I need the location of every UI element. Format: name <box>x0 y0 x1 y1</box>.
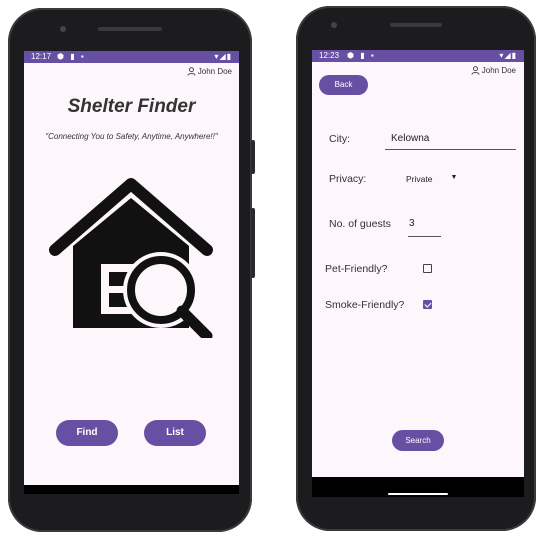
front-camera <box>331 22 337 28</box>
user-chip[interactable]: John Doe <box>187 67 232 76</box>
city-input[interactable]: Kelowna <box>391 133 429 144</box>
nav-bar <box>312 477 524 497</box>
pet-label: Pet-Friendly? <box>325 263 388 275</box>
right-phone: 12:23 ⬢ ▮ ▪ ▾◢▮ Back John Doe City: Kelo… <box>296 6 536 531</box>
house-search-icon <box>49 178 213 338</box>
app-tagline: "Connecting You to Safety, Anytime, Anyw… <box>45 132 218 141</box>
user-name: John Doe <box>481 66 516 75</box>
home-gesture-bar[interactable] <box>388 493 448 495</box>
smoke-label: Smoke-Friendly? <box>325 299 405 311</box>
search-button[interactable]: Search <box>392 430 444 451</box>
person-icon <box>187 67 196 76</box>
right-screen: 12:23 ⬢ ▮ ▪ ▾◢▮ Back John Doe City: Kelo… <box>312 50 524 497</box>
app-title: Shelter Finder <box>67 96 196 117</box>
status-time: 12:23 <box>319 51 340 60</box>
left-screen: 12:17 ⬢ ▮ ▪ ▾◢▮ John Doe Shelter Finder … <box>24 51 239 494</box>
smoke-friendly-checkbox[interactable] <box>423 300 432 309</box>
status-bar: 12:23 ⬢ ▮ ▪ ▾◢▮ <box>312 50 524 62</box>
privacy-label: Privacy: <box>329 173 367 185</box>
left-phone: 12:17 ⬢ ▮ ▪ ▾◢▮ John Doe Shelter Finder … <box>8 8 255 532</box>
notification-icons: ⬢ ▮ ▪ <box>57 52 86 61</box>
pet-friendly-checkbox[interactable] <box>423 264 432 273</box>
earpiece <box>390 23 442 27</box>
signal-battery-icons: ▾◢▮ <box>499 51 517 60</box>
notification-icons: ⬢ ▮ ▪ <box>347 51 376 60</box>
guests-underline <box>408 236 441 237</box>
volume-button <box>251 208 255 278</box>
status-bar: 12:17 ⬢ ▮ ▪ ▾◢▮ <box>24 51 239 63</box>
back-button[interactable]: Back <box>319 75 368 95</box>
privacy-select[interactable]: Private ▼ <box>406 174 457 184</box>
earpiece <box>98 27 162 31</box>
front-camera <box>60 26 66 32</box>
power-button <box>251 140 255 174</box>
person-icon <box>471 66 480 75</box>
privacy-value: Private <box>406 174 433 184</box>
list-button[interactable]: List <box>144 420 206 446</box>
guests-input[interactable]: 3 <box>409 218 415 229</box>
status-time: 12:17 <box>31 52 52 61</box>
dropdown-arrow-icon: ▼ <box>450 174 458 181</box>
user-chip[interactable]: John Doe <box>471 66 516 75</box>
signal-battery-icons: ▾◢▮ <box>214 52 232 61</box>
user-name: John Doe <box>197 67 232 76</box>
nav-bar <box>24 485 239 494</box>
find-button[interactable]: Find <box>56 420 118 446</box>
guests-label: No. of guests <box>329 218 391 230</box>
city-underline <box>385 149 516 150</box>
city-label: City: <box>329 133 350 145</box>
